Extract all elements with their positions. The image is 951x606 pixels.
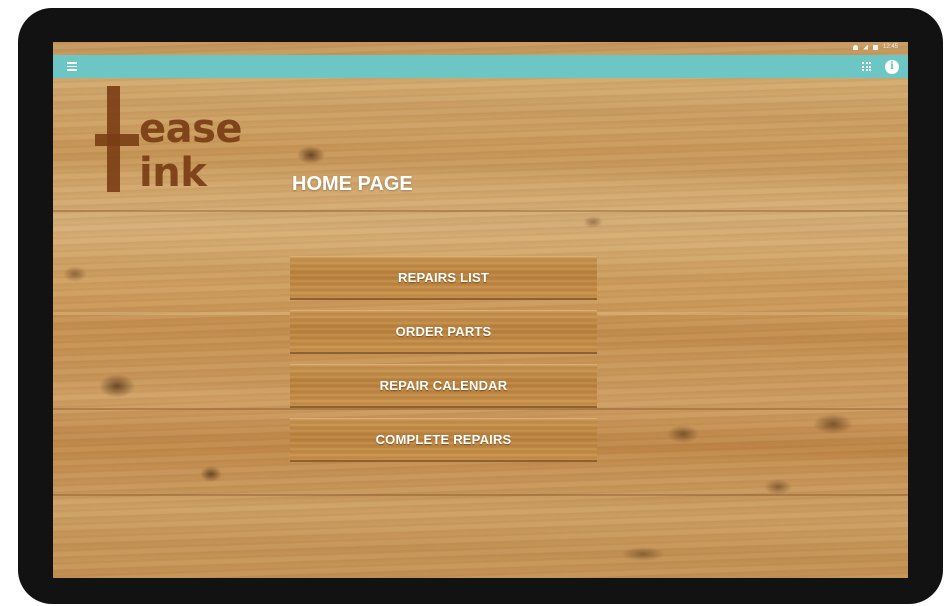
status-time: 12:45 xyxy=(882,44,898,50)
page-title: HOME PAGE xyxy=(292,173,413,195)
logo-word-link: ink xyxy=(139,150,207,196)
wifi-icon xyxy=(852,44,858,50)
logo-initial-L xyxy=(95,86,139,192)
info-icon[interactable]: i xyxy=(885,59,899,74)
home-menu: REPAIRS LIST ORDER PARTS REPAIR CALENDAR… xyxy=(290,256,597,472)
order-parts-button[interactable]: ORDER PARTS xyxy=(290,310,597,354)
repairs-list-button[interactable]: REPAIRS LIST xyxy=(290,256,597,300)
wood-plank-seam xyxy=(53,494,908,496)
lease-link-logo: ease ink xyxy=(95,86,255,196)
wood-plank-seam xyxy=(53,210,908,212)
menu-icon[interactable] xyxy=(67,62,77,71)
battery-icon xyxy=(872,44,878,50)
logo-word-lease: ease xyxy=(139,106,243,152)
app-bar: i xyxy=(53,55,908,78)
complete-repairs-button[interactable]: COMPLETE REPAIRS xyxy=(290,418,597,462)
apps-grid-icon[interactable] xyxy=(862,62,871,71)
signal-icon xyxy=(862,44,868,50)
repair-calendar-button[interactable]: REPAIR CALENDAR xyxy=(290,364,597,408)
status-bar: 12:45 xyxy=(53,42,908,52)
app-screen: 12:45 i ease ink HOME PAGE REPAIRS LIST … xyxy=(53,42,908,578)
app-bar-actions: i xyxy=(862,59,899,74)
